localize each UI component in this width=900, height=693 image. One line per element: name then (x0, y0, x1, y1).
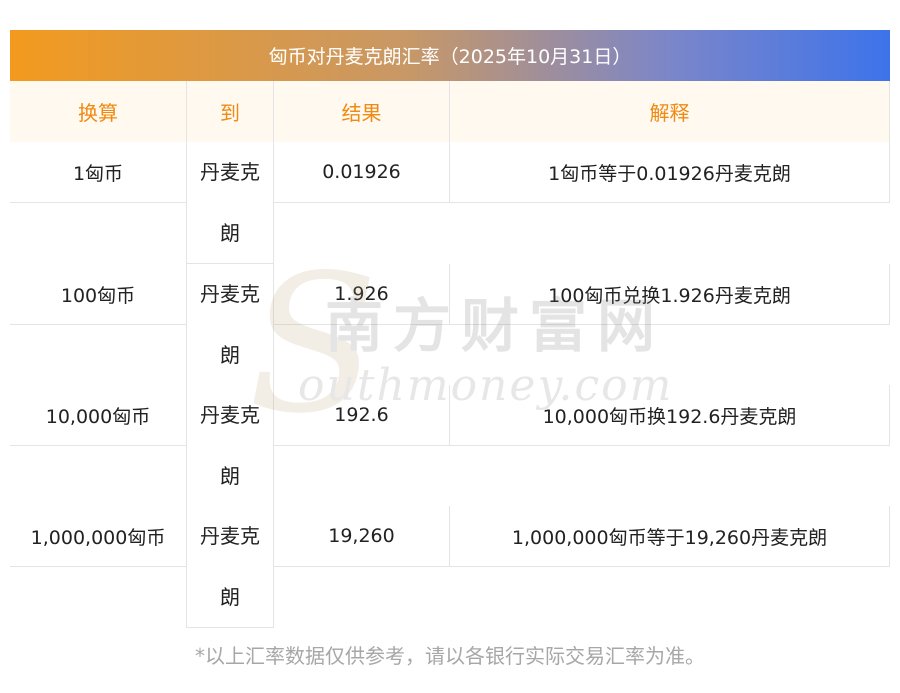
cell-explain: 10,000匈币换192.6丹麦克朗 (450, 385, 890, 446)
cell-currency: 丹麦克 朗 (186, 264, 274, 386)
footnote: *以上汇率数据仅供参考，请以各银行实际交易汇率为准。 (195, 644, 705, 668)
currency-line-2: 朗 (220, 585, 240, 609)
currency-line-1: 丹麦克 (200, 403, 260, 427)
currency-line-1: 丹麦克 (200, 524, 260, 548)
cell-currency: 丹麦克 朗 (186, 385, 274, 507)
cell-result: 19,260 (274, 506, 450, 567)
cell-result: 192.6 (274, 385, 450, 446)
currency-line-2: 朗 (220, 343, 240, 367)
cell-amount: 1,000,000匈币 (10, 506, 186, 567)
cell-result: 1.926 (274, 264, 450, 325)
cell-amount: 10,000匈币 (10, 385, 186, 446)
currency-line-1: 丹麦克 (200, 160, 260, 184)
header-to: 到 (186, 81, 274, 142)
currency-line-2: 朗 (220, 221, 240, 245)
currency-line-2: 朗 (220, 464, 240, 488)
cell-currency: 丹麦克 朗 (186, 142, 274, 264)
cell-amount: 1匈币 (10, 142, 186, 203)
cell-explain: 100匈币兑换1.926丹麦克朗 (450, 264, 890, 325)
header-explain: 解释 (450, 81, 890, 142)
cell-explain: 1匈币等于0.01926丹麦克朗 (450, 142, 890, 203)
cell-result: 0.01926 (274, 142, 450, 203)
currency-line-1: 丹麦克 (200, 282, 260, 306)
cell-explain: 1,000,000匈币等于19,260丹麦克朗 (450, 506, 890, 567)
header-result: 结果 (274, 81, 450, 142)
cell-amount: 100匈币 (10, 264, 186, 325)
cell-currency: 丹麦克 朗 (186, 506, 274, 628)
header-convert: 换算 (10, 81, 186, 142)
table-title: 匈币对丹麦克朗汇率（2025年10月31日） (10, 30, 890, 81)
